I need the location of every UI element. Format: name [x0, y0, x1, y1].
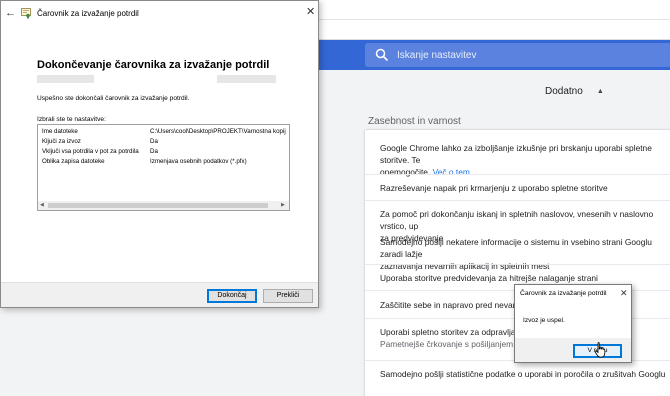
summary-value: C:\Users\cool\Desktop\PROJEKT\Varnostna … [150, 128, 286, 135]
cancel-button[interactable]: Prekliči [263, 289, 313, 303]
scroll-left-icon[interactable]: ◀ [40, 202, 44, 208]
setting-text: Za pomoč pri dokončanju iskanj in spletn… [380, 209, 654, 231]
dialog-footer: V redu [515, 338, 631, 362]
divider [365, 174, 670, 175]
scrollbar-thumb[interactable] [48, 203, 268, 208]
summary-key: Oblika zapisa datoteke [42, 158, 105, 165]
setting-web-services[interactable]: Google Chrome lahko za izboljšanje izkuš… [380, 142, 670, 178]
setting-text: Uporaba storitve predvidevanja za hitrej… [380, 273, 598, 283]
setting-text-line2: onemogočite. [380, 167, 431, 177]
divider [365, 264, 670, 265]
setting-navigation-errors[interactable]: Razreševanje napak pri krmarjenju z upor… [380, 182, 670, 194]
settings-summary-label: Izbrali ste te nastavitve: [37, 116, 106, 123]
export-wizard-window: ← Čarovnik za izvažanje potrdil ✕ Dokonč… [0, 0, 319, 308]
summary-row: Vključi vsa potrdila v pot za potrdila D… [42, 148, 288, 157]
wizard-title: Čarovnik za izvažanje potrdil [37, 9, 139, 18]
setting-page-preload[interactable]: Uporaba storitve predvidevanja za hitrej… [380, 272, 670, 284]
summary-key: Ime datoteke [42, 128, 78, 135]
chevron-up-icon: ▲ [596, 88, 604, 95]
setting-text: Samodejno pošlji nekatere informacije o … [380, 237, 652, 259]
search-icon [375, 48, 389, 62]
summary-row: Ime datoteke C:\Users\cool\Desktop\PROJE… [42, 128, 288, 137]
setting-safe-browsing-reports[interactable]: Samodejno pošlji nekatere informacije o … [380, 236, 670, 272]
horizontal-scrollbar[interactable]: ◀ ▶ [38, 201, 289, 210]
privacy-section-title: Zasebnost in varnost [368, 116, 461, 127]
settings-search-box[interactable] [365, 43, 670, 67]
settings-summary-list[interactable]: Ime datoteke C:\Users\cool\Desktop\PROJE… [37, 124, 290, 211]
setting-text: Samodejno pošlji statistične podatke o u… [380, 369, 666, 379]
divider [365, 200, 670, 201]
wizard-titlebar: ← Čarovnik za izvažanje potrdil ✕ [1, 1, 318, 27]
setting-text: Google Chrome lahko za izboljšanje izkuš… [380, 143, 652, 165]
export-success-dialog: Čarovnik za izvažanje potrdil ✕ Izvoz je… [514, 284, 632, 363]
dialog-message: Izvoz je uspel. [523, 317, 565, 324]
close-icon[interactable]: ✕ [620, 288, 628, 299]
finish-button[interactable]: Dokončaj [207, 289, 257, 303]
summary-key: Ključi za izvoz [42, 138, 81, 145]
close-icon[interactable]: ✕ [306, 5, 315, 18]
wizard-heading: Dokončevanje čarovnika za izvažanje potr… [37, 59, 270, 71]
search-input[interactable] [397, 49, 657, 61]
redacted-area [37, 75, 94, 83]
back-arrow-icon[interactable]: ← [5, 7, 17, 19]
summary-value: Da [150, 138, 158, 145]
setting-usage-statistics[interactable]: Samodejno pošlji statistične podatke o u… [380, 368, 670, 380]
setting-text: Razreševanje napak pri krmarjenju z upor… [380, 183, 608, 193]
summary-value: Da [150, 148, 158, 155]
summary-row: Oblika zapisa datoteke Izmenjava osebnih… [42, 158, 288, 167]
dialog-title: Čarovnik za izvažanje potrdil [520, 290, 607, 297]
advanced-label: Dodatno [545, 86, 583, 97]
advanced-toggle[interactable]: Dodatno ▲ [545, 86, 604, 97]
success-message: Uspešno ste dokončali čarovnik za izvaža… [37, 95, 190, 102]
learn-more-link[interactable]: Več o tem [433, 167, 470, 177]
mouse-cursor-icon [594, 342, 606, 358]
summary-row: Ključi za izvoz Da [42, 138, 288, 147]
summary-value: Izmenjava osebnih podatkov (*.pfx) [150, 158, 247, 165]
scroll-right-icon[interactable]: ▶ [281, 202, 285, 208]
wizard-footer: Dokončaj Prekliči [1, 282, 318, 307]
setting-text-line2: zaznavanja nevarnih aplikacij in spletni… [380, 261, 550, 271]
certificate-icon [21, 8, 31, 19]
summary-key: Vključi vsa potrdila v pot za potrdila [42, 148, 139, 155]
redacted-area [217, 75, 276, 83]
